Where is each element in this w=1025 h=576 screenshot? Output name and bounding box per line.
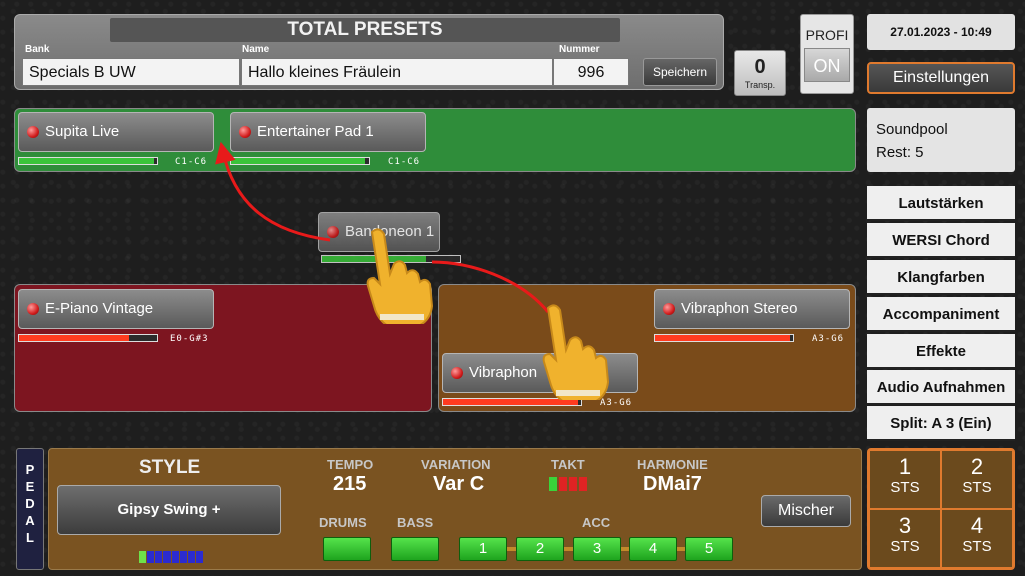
bass-label: BASS bbox=[397, 515, 434, 530]
tempo-value[interactable]: 215 bbox=[333, 473, 366, 496]
menu-wersi-chord[interactable]: WERSI Chord bbox=[867, 223, 1015, 258]
style-select-button[interactable]: Gipsy Swing + bbox=[57, 485, 281, 535]
sts-number: 4 bbox=[970, 513, 984, 538]
tempo-label: TEMPO bbox=[327, 457, 374, 472]
variation-value[interactable]: Var C bbox=[433, 473, 484, 496]
sts-label: STS bbox=[962, 479, 992, 496]
sts-number: 1 bbox=[898, 454, 912, 479]
style-title: STYLE bbox=[139, 457, 201, 478]
pedal-letter: D bbox=[25, 496, 35, 511]
pedal-letter: L bbox=[26, 530, 34, 545]
acc-button-4[interactable]: 4 bbox=[629, 537, 677, 561]
harmonie-value: DMai7 bbox=[643, 473, 702, 495]
menu-lautstaerken[interactable]: Lautstärken bbox=[867, 186, 1015, 221]
hand-pointer-icon bbox=[542, 304, 610, 400]
sts-label: STS bbox=[890, 479, 920, 496]
sts-button-2[interactable]: 2 STS bbox=[941, 450, 1013, 509]
takt-indicator bbox=[549, 477, 587, 491]
style-level-meter bbox=[139, 551, 203, 563]
harmonie-label: HARMONIE bbox=[637, 457, 708, 472]
sts-button-4[interactable]: 4 STS bbox=[941, 509, 1013, 568]
sts-button-1[interactable]: 1 STS bbox=[869, 450, 941, 509]
acc-button-1[interactable]: 1 bbox=[459, 537, 507, 561]
sts-number: 2 bbox=[970, 454, 984, 479]
acc-button-5[interactable]: 5 bbox=[685, 537, 733, 561]
menu-audio-aufnahmen[interactable]: Audio Aufnahmen bbox=[867, 370, 1015, 405]
pedal-letter: P bbox=[25, 462, 35, 477]
sts-button-3[interactable]: 3 STS bbox=[869, 509, 941, 568]
takt-label: TAKT bbox=[551, 457, 585, 472]
variation-label: VARIATION bbox=[421, 457, 491, 472]
pedal-letter: A bbox=[25, 513, 35, 528]
sts-grid: 1 STS 2 STS 3 STS 4 STS bbox=[867, 448, 1015, 570]
drums-button[interactable] bbox=[323, 537, 371, 561]
drums-label: DRUMS bbox=[319, 515, 367, 530]
pedal-button[interactable]: P E D A L bbox=[16, 448, 44, 570]
acc-button-3[interactable]: 3 bbox=[573, 537, 621, 561]
drag-arrow-to-upper bbox=[215, 141, 331, 242]
mixer-button[interactable]: Mischer bbox=[761, 495, 851, 527]
bass-button[interactable] bbox=[391, 537, 439, 561]
menu-klangfarben[interactable]: Klangfarben bbox=[867, 260, 1015, 295]
sts-label: STS bbox=[890, 538, 920, 555]
acc-button-2[interactable]: 2 bbox=[516, 537, 564, 561]
menu-accompaniment[interactable]: Accompaniment bbox=[867, 297, 1015, 332]
acc-label: ACC bbox=[582, 515, 611, 530]
pedal-letter: E bbox=[25, 479, 35, 494]
sts-label: STS bbox=[962, 538, 992, 555]
menu-effekte[interactable]: Effekte bbox=[867, 334, 1015, 369]
hand-pointer-icon bbox=[366, 228, 434, 324]
style-panel: STYLE Gipsy Swing + TEMPO 215 VARIATION … bbox=[48, 448, 862, 570]
sts-number: 3 bbox=[898, 513, 912, 538]
menu-split[interactable]: Split: A 3 (Ein) bbox=[867, 406, 1015, 441]
